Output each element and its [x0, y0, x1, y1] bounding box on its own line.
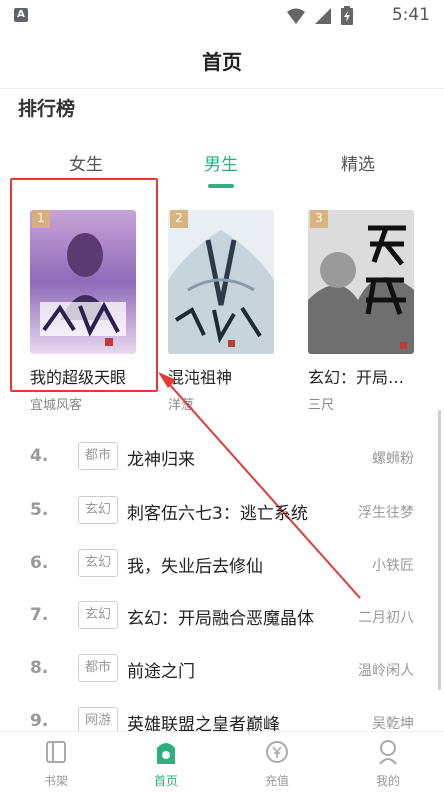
category-tag: 都市 [78, 654, 118, 682]
book-author: 浮生往梦 [358, 505, 414, 521]
book-author: 温岭闲人 [358, 663, 414, 679]
book-title: 龙神归来 [127, 450, 195, 470]
book-author: 小铁匠 [372, 558, 414, 574]
top-bar: 首页 [0, 32, 444, 89]
tab-female[interactable]: 女生 [36, 150, 136, 175]
book-title: 我，失业后去修仙 [127, 557, 263, 577]
book-author: 二月初八 [358, 610, 414, 626]
status-bar: A 5:41 [0, 0, 444, 32]
rank-number: 7. [30, 605, 49, 625]
rank-badge: 3 [310, 210, 328, 228]
category-tag: 都市 [78, 442, 118, 470]
rank-badge: 1 [32, 210, 50, 228]
nav-bookshelf[interactable]: 书架 [16, 738, 96, 789]
nav-profile[interactable]: 我的 [348, 738, 428, 789]
book-author: 螺蛳粉 [372, 451, 414, 467]
status-time: 5:41 [391, 5, 430, 25]
nav-recharge[interactable]: 充值 [237, 738, 317, 789]
signal-icon [287, 8, 305, 24]
cover-art [308, 210, 414, 354]
book-author: 洋葱 [168, 398, 195, 413]
profile-icon [379, 740, 397, 765]
nav-label: 首页 [153, 774, 178, 788]
rank-number: 6. [30, 553, 49, 573]
category-tag: 玄幻 [78, 496, 118, 524]
book-title: 混沌祖神 [168, 368, 233, 387]
page-title: 首页 [202, 50, 242, 74]
home-icon [157, 743, 175, 764]
nav-label: 充值 [264, 774, 289, 788]
book-title: 玄幻：开局融合恶魔晶体 [127, 609, 314, 629]
nav-label: 我的 [375, 774, 400, 788]
cover-art [168, 210, 274, 354]
book-title: 刺客伍六七3：逃亡系统 [127, 504, 308, 524]
bookshelf-icon [46, 741, 66, 763]
app-notification-icon: A [14, 8, 28, 22]
book-card-3[interactable]: 3 玄幻：开局… 三尺 [308, 210, 420, 413]
category-tag: 玄幻 [78, 601, 118, 629]
book-author: 三尺 [308, 398, 335, 413]
book-author: 宜城风客 [30, 398, 83, 413]
rank-badge: 2 [170, 210, 188, 228]
book-title: 前途之门 [127, 662, 195, 682]
book-author: 吴乾坤 [372, 716, 414, 732]
bottom-navigation: 书架 首页 充值 我的 [0, 731, 444, 792]
cell-signal-icon [315, 8, 331, 24]
rank-number: 5. [30, 500, 49, 520]
book-cover-3: 3 [308, 210, 414, 354]
tab-indicator [208, 184, 234, 188]
rank-number: 8. [30, 658, 49, 678]
book-title: 玄幻：开局… [308, 368, 405, 387]
nav-home[interactable]: 首页 [126, 738, 206, 789]
rank-number: 9. [30, 711, 49, 731]
list-item[interactable]: 5. 玄幻 刺客伍六七3：逃亡系统 浮生往梦 [0, 486, 444, 538]
tab-featured[interactable]: 精选 [308, 150, 408, 175]
list-item[interactable]: 8. 都市 前途之门 温岭闲人 [0, 644, 444, 696]
status-icons [286, 6, 354, 26]
category-tag: 玄幻 [78, 549, 118, 577]
list-item[interactable]: 6. 玄幻 我，失业后去修仙 小铁匠 [0, 539, 444, 591]
nav-label: 书架 [43, 774, 68, 788]
list-item[interactable]: 7. 玄幻 玄幻：开局融合恶魔晶体 二月初八 [0, 591, 444, 643]
battery-icon [341, 6, 353, 25]
book-cover-2: 2 [168, 210, 274, 354]
rank-number: 4. [30, 446, 49, 466]
tab-male[interactable]: 男生 [171, 150, 271, 175]
book-card-2[interactable]: 2 混沌祖神 洋葱 [168, 210, 280, 413]
section-title: 排行榜 [18, 98, 76, 120]
recharge-icon [266, 741, 288, 763]
list-item[interactable]: 4. 都市 龙神归来 螺蛳粉 [0, 432, 444, 484]
